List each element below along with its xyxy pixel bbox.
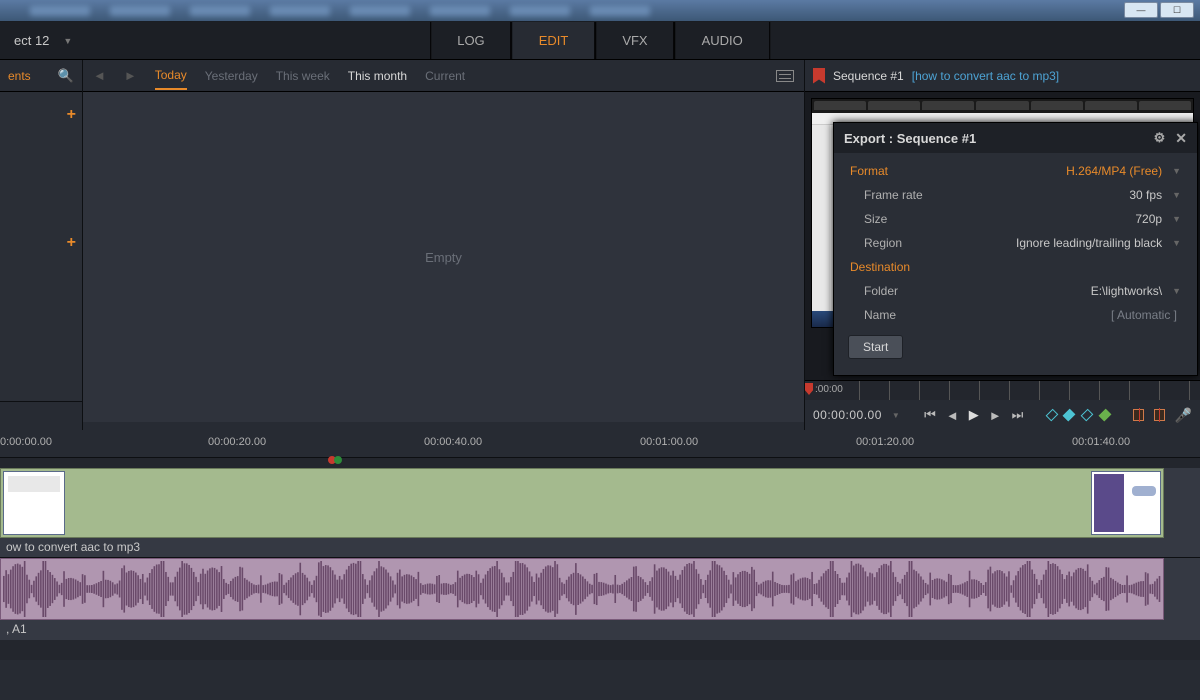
content-bin: ◄ ► Today Yesterday This week This month… [83, 60, 805, 430]
filter-current[interactable]: Current [425, 69, 465, 83]
framerate-label: Frame rate [850, 188, 970, 202]
audio-track[interactable] [0, 558, 1200, 620]
transport-controls: 00:00:00.00 ▼ ⏮ ◄ ▶ ► ⏭ 🎤 [805, 400, 1200, 430]
workarea: ents 🔍 + + ◄ ► Today Yesterday This week… [0, 60, 1200, 430]
chevron-down-icon[interactable]: ▼ [1166, 214, 1181, 224]
remove-cut-icon[interactable] [1133, 409, 1144, 421]
mic-icon[interactable]: 🎤 [1175, 407, 1192, 424]
step-forward-icon[interactable]: ► [989, 408, 1002, 423]
audio-clip[interactable] [0, 558, 1164, 620]
chevron-down-icon[interactable]: ▼ [1166, 286, 1181, 296]
sequence-viewer: Sequence #1 [how to convert aac to mp3] … [805, 60, 1200, 430]
add-item-button[interactable]: + [67, 106, 76, 124]
minimize-button[interactable]: — [1124, 2, 1158, 18]
mark-in-icon[interactable] [1045, 409, 1058, 422]
in-marker-icon[interactable] [805, 383, 813, 395]
start-button[interactable]: Start [848, 335, 903, 359]
project-dropdown-icon[interactable]: ▼ [63, 36, 92, 46]
ruler-tick: 00:01:40.00 [1072, 436, 1130, 448]
ruler-tick: 00:01:20.00 [856, 436, 914, 448]
nav-back-icon[interactable]: ◄ [93, 68, 106, 83]
ruler-tick: 0:00:00.00 [0, 436, 52, 448]
filter-thismonth[interactable]: This month [348, 69, 407, 83]
filter-today[interactable]: Today [155, 68, 187, 90]
search-icon[interactable]: 🔍 [58, 68, 74, 84]
tab-edit[interactable]: EDIT [512, 22, 596, 59]
left-sidebar: ents 🔍 + + [0, 60, 83, 430]
export-dialog: Export : Sequence #1 ⚙ ✕ Format H.264/MP… [833, 122, 1198, 376]
project-name: ect 12 [0, 33, 63, 48]
timeline: 0:00:00.00 00:00:20.00 00:00:40.00 00:01… [0, 430, 1200, 700]
clip-thumbnail-start [3, 471, 65, 535]
gear-icon[interactable]: ⚙ [1154, 130, 1166, 146]
destination-section-label: Destination [850, 260, 1181, 274]
size-label: Size [850, 212, 970, 226]
playhead-icon[interactable] [328, 452, 342, 467]
add-item-button-2[interactable]: + [67, 234, 76, 252]
goto-start-icon[interactable]: ⏮ [924, 407, 936, 423]
ruler-tick: 00:00:40.00 [424, 436, 482, 448]
format-section-label: Format [850, 164, 1006, 178]
timecode-dropdown-icon[interactable]: ▼ [892, 411, 900, 420]
timeline-ruler[interactable]: 0:00:00.00 00:00:20.00 00:00:40.00 00:01… [0, 430, 1200, 458]
video-clip-label: ow to convert aac to mp3 [0, 538, 1200, 558]
step-back-icon[interactable]: ◄ [946, 408, 959, 423]
mark-icon[interactable] [1063, 409, 1076, 422]
mark-out-icon[interactable] [1081, 409, 1094, 422]
sequence-link[interactable]: [how to convert aac to mp3] [912, 69, 1059, 83]
bin-empty-label: Empty [425, 250, 462, 265]
os-titlebar: — ☐ [0, 0, 1200, 22]
audio-clip-label: , A1 [0, 620, 1200, 640]
name-label: Name [850, 308, 970, 322]
name-value[interactable]: [ Automatic ] [970, 308, 1181, 322]
list-view-icon[interactable] [776, 70, 794, 82]
ruler-tick: 00:01:00.00 [640, 436, 698, 448]
timecode: 00:00:00.00 [813, 408, 882, 422]
folder-label: Folder [850, 284, 970, 298]
filter-yesterday[interactable]: Yesterday [205, 69, 258, 83]
nav-forward-icon[interactable]: ► [124, 68, 137, 83]
goto-end-icon[interactable]: ⏭ [1012, 407, 1024, 423]
main-header: ect 12 ▼ LOG EDIT VFX AUDIO [0, 22, 1200, 60]
region-value[interactable]: Ignore leading/trailing black [970, 236, 1166, 250]
bookmark-icon [813, 68, 825, 84]
close-icon[interactable]: ✕ [1175, 130, 1187, 147]
framerate-value[interactable]: 30 fps [970, 188, 1166, 202]
video-track[interactable] [0, 468, 1200, 538]
sequence-name: Sequence #1 [833, 69, 904, 83]
maximize-button[interactable]: ☐ [1160, 2, 1194, 18]
region-label: Region [850, 236, 970, 250]
chevron-down-icon[interactable]: ▼ [1166, 238, 1181, 248]
play-icon[interactable]: ▶ [969, 407, 979, 423]
ruler-tick: 00:00:20.00 [208, 436, 266, 448]
chevron-down-icon[interactable]: ▼ [1166, 190, 1181, 200]
tab-vfx[interactable]: VFX [595, 22, 674, 59]
sidebar-heading: ents [8, 69, 31, 83]
waveform [3, 561, 1161, 617]
tab-audio[interactable]: AUDIO [675, 22, 770, 59]
chevron-down-icon[interactable]: ▼ [1166, 166, 1181, 176]
tab-log[interactable]: LOG [430, 22, 511, 59]
clip-thumbnail-end [1091, 471, 1161, 535]
filter-thisweek[interactable]: This week [276, 69, 330, 83]
format-value[interactable]: H.264/MP4 (Free) [1006, 164, 1166, 178]
export-title: Export : Sequence #1 [844, 131, 976, 146]
viewer-ruler[interactable]: :00:00 [805, 380, 1200, 400]
ruler-time: :00:00 [815, 384, 843, 395]
video-clip[interactable] [0, 468, 1164, 538]
delete-cut-icon[interactable] [1154, 409, 1165, 421]
folder-value[interactable]: E:\lightworks\ [970, 284, 1166, 298]
cue-marker-icon[interactable] [1099, 409, 1112, 422]
size-value[interactable]: 720p [970, 212, 1166, 226]
